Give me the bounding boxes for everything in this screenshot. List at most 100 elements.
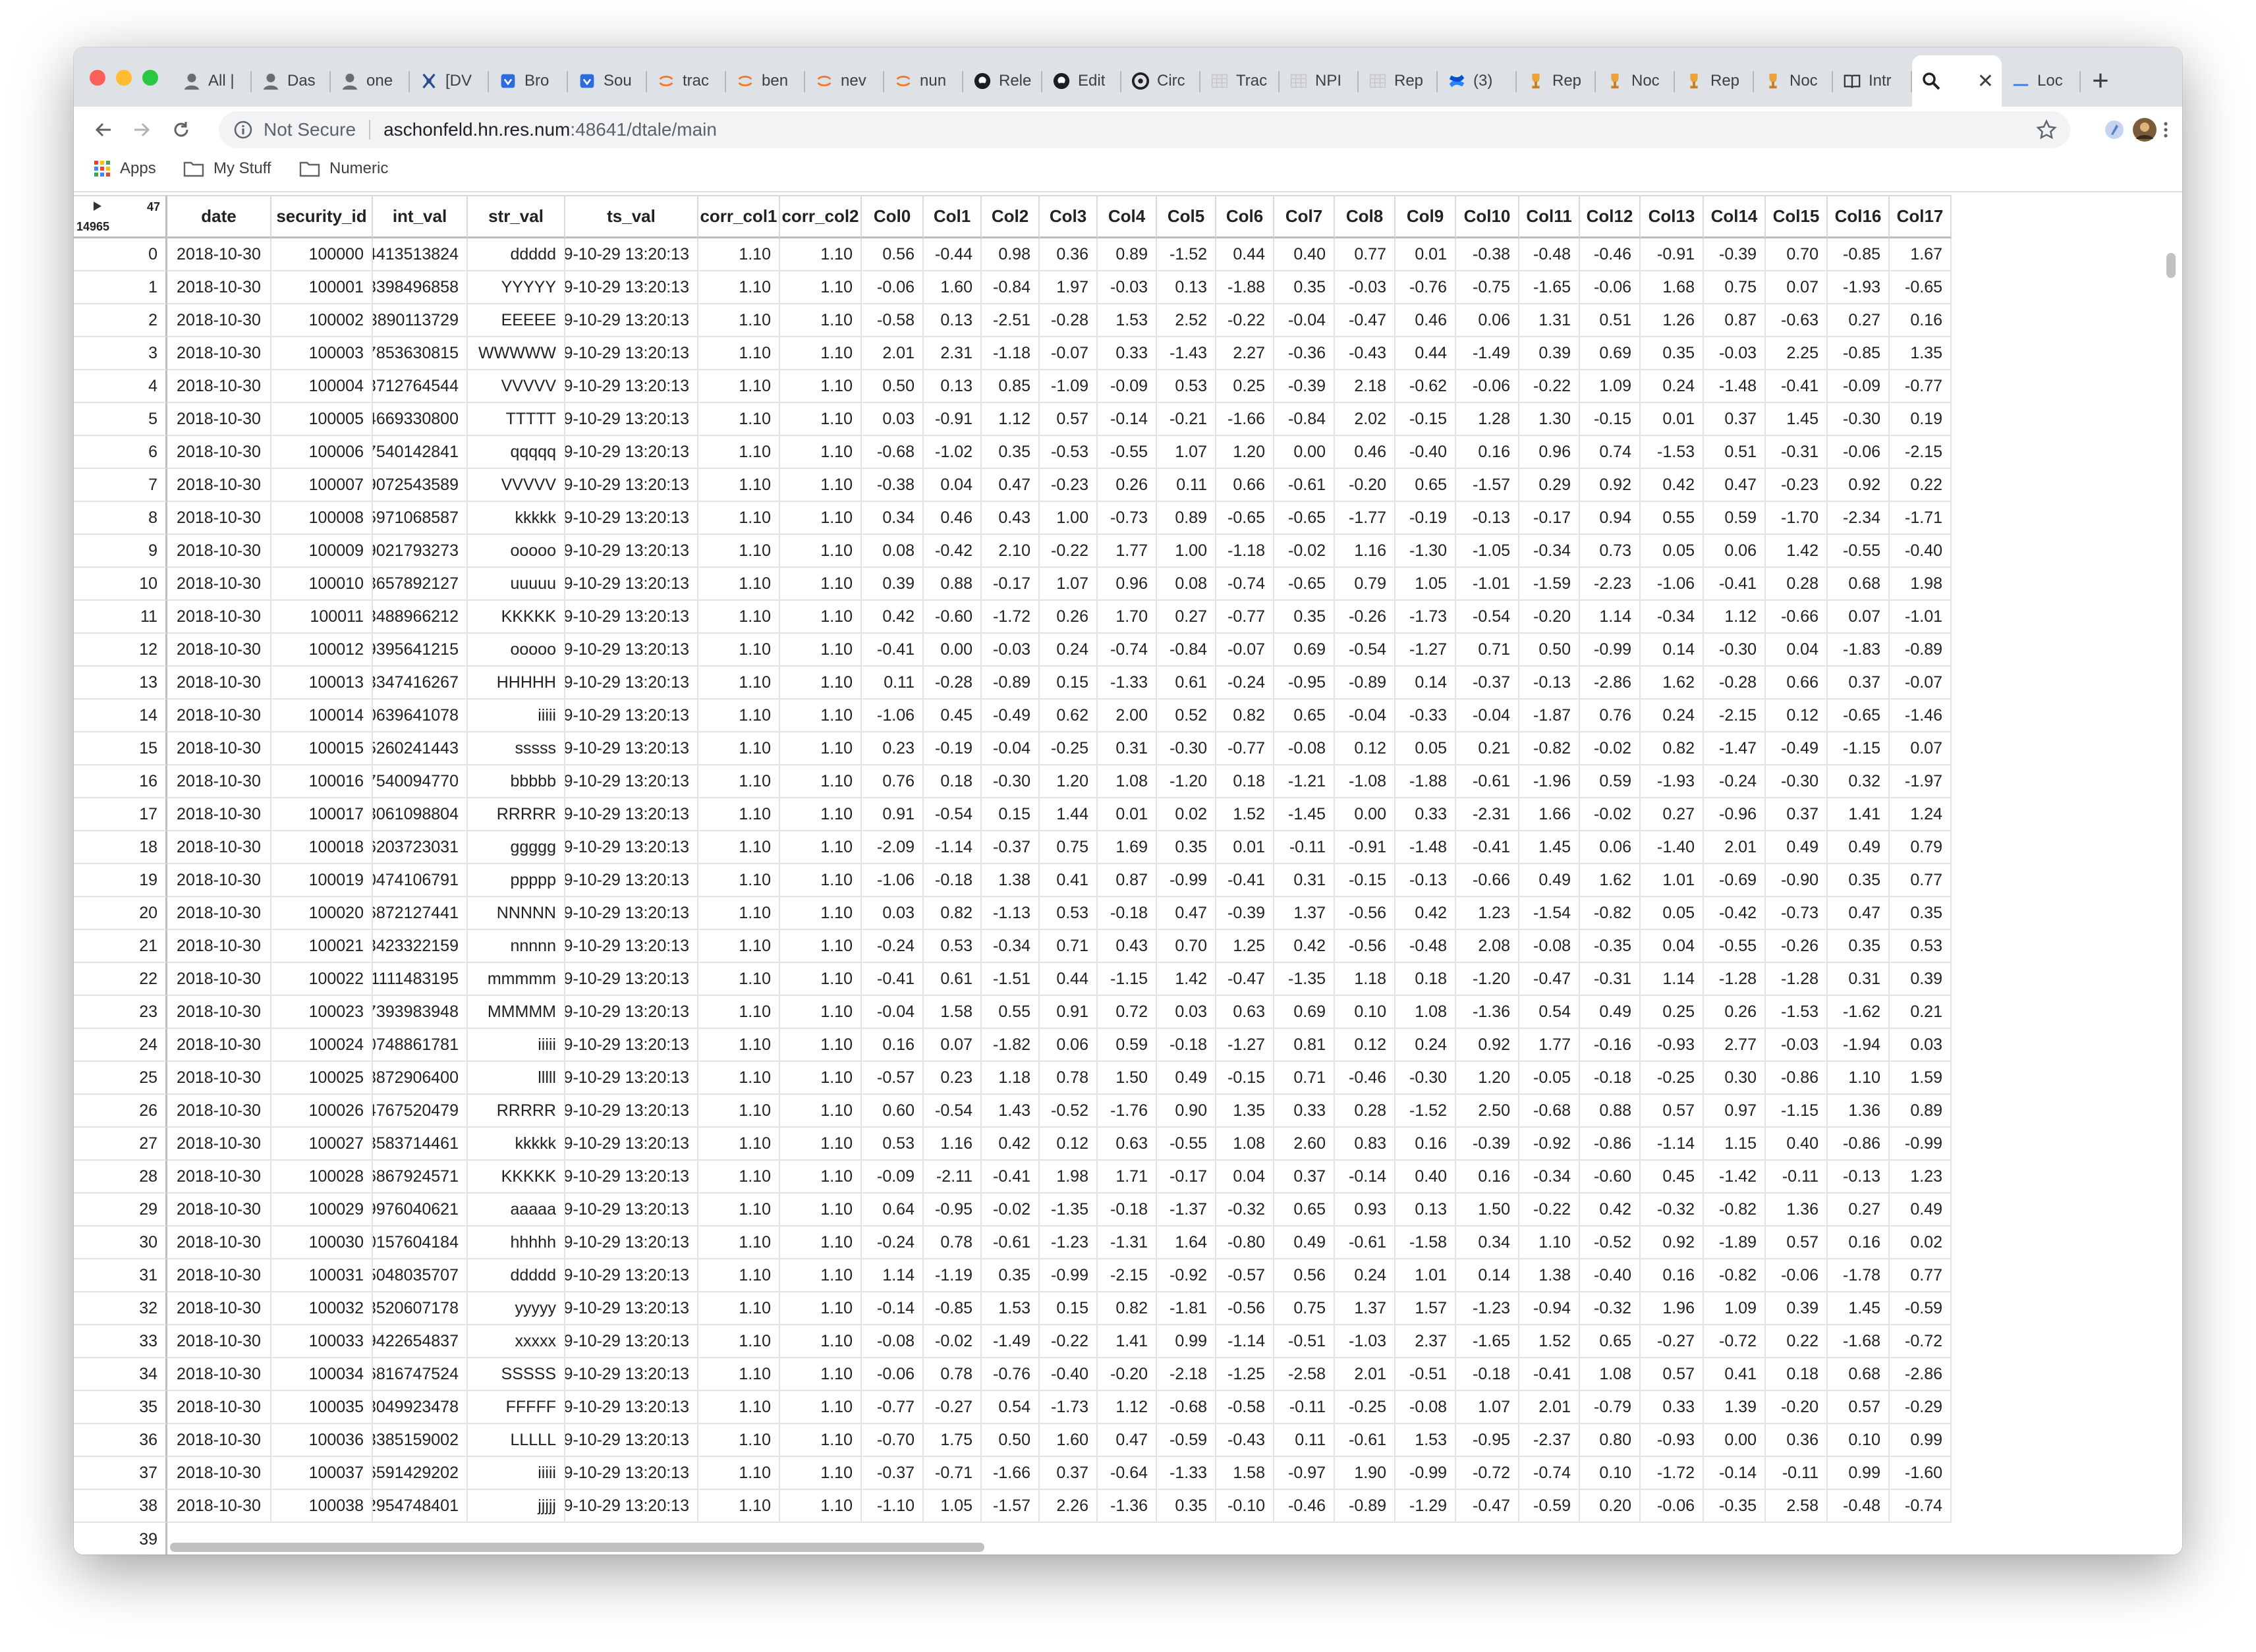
table-cell[interactable]: 100030 <box>271 1226 373 1259</box>
table-row[interactable]: 342018-10-3010003446816747524SSSSS2019-1… <box>74 1358 1952 1391</box>
table-cell[interactable]: 1.30 <box>1519 403 1580 436</box>
table-cell[interactable]: 0.94 <box>1580 502 1641 535</box>
table-cell[interactable]: 0.24 <box>1040 634 1098 667</box>
table-cell[interactable]: 65260241443 <box>373 732 468 765</box>
table-cell[interactable]: -0.10 <box>1216 1490 1274 1523</box>
table-row[interactable]: 122018-10-301000129395641215ooooo2019-10… <box>74 634 1952 667</box>
column-header[interactable]: date <box>167 195 271 238</box>
table-cell[interactable]: 2019-10-29 13:20:13 <box>565 370 698 403</box>
table-cell[interactable]: 0.98 <box>982 238 1040 271</box>
table-cell[interactable]: 1.10 <box>780 337 862 370</box>
table-cell[interactable]: 1.10 <box>698 732 780 765</box>
table-cell[interactable]: 0.33 <box>1396 798 1456 831</box>
table-cell[interactable]: 0.04 <box>924 469 982 502</box>
table-cell[interactable]: 100020 <box>271 897 373 930</box>
table-cell[interactable]: -0.24 <box>1216 667 1274 700</box>
table-cell[interactable]: -0.76 <box>982 1358 1040 1391</box>
table-cell[interactable]: 0.13 <box>924 304 982 337</box>
table-cell[interactable]: -1.72 <box>982 601 1040 634</box>
column-header[interactable]: Col12 <box>1580 195 1641 238</box>
table-cell[interactable]: -1.27 <box>1216 1029 1274 1062</box>
table-cell[interactable]: 1.10 <box>698 1424 780 1457</box>
column-header[interactable]: security_id <box>271 195 373 238</box>
table-cell[interactable]: 0.26 <box>1040 601 1098 634</box>
table-cell[interactable]: -0.91 <box>1335 831 1396 864</box>
table-cell[interactable]: 0.51 <box>1704 436 1766 469</box>
table-cell[interactable]: -1.51 <box>982 963 1040 996</box>
table-cell[interactable]: -1.23 <box>1040 1226 1098 1259</box>
table-cell[interactable]: 1.10 <box>698 1457 780 1490</box>
table-cell[interactable]: -0.19 <box>924 732 982 765</box>
table-cell[interactable]: ooooo <box>468 535 565 568</box>
table-cell[interactable]: -0.95 <box>924 1194 982 1226</box>
table-cell[interactable]: 1.75 <box>924 1424 982 1457</box>
table-cell[interactable]: 1.36 <box>1828 1095 1890 1128</box>
table-cell[interactable]: 1.10 <box>698 1095 780 1128</box>
table-cell[interactable]: FFFFF <box>468 1391 565 1424</box>
table-cell[interactable]: 0.01 <box>1396 238 1456 271</box>
table-cell[interactable]: 0.07 <box>1890 732 1952 765</box>
table-cell[interactable]: 0.05 <box>1396 732 1456 765</box>
table-cell[interactable]: 0.49 <box>1766 831 1828 864</box>
table-cell[interactable]: -1.15 <box>1098 963 1157 996</box>
table-cell[interactable]: 0.74 <box>1580 436 1641 469</box>
table-cell[interactable]: -1.62 <box>1828 996 1890 1029</box>
table-cell[interactable]: -0.94 <box>1519 1292 1580 1325</box>
table-cell[interactable]: 2019-10-29 13:20:13 <box>565 1424 698 1457</box>
table-cell[interactable]: 0.16 <box>1828 1226 1890 1259</box>
table-cell[interactable]: 2019-10-29 13:20:13 <box>565 403 698 436</box>
table-cell[interactable]: -0.22 <box>1519 370 1580 403</box>
table-cell[interactable]: 1.09 <box>1704 1292 1766 1325</box>
table-cell[interactable]: 1.10 <box>1828 1062 1890 1095</box>
table-cell[interactable]: -1.73 <box>1396 601 1456 634</box>
table-cell[interactable]: 0.35 <box>1828 864 1890 897</box>
back-button[interactable] <box>87 113 120 146</box>
table-cell[interactable]: 0.08 <box>1157 568 1216 601</box>
table-cell[interactable]: 0.03 <box>1157 996 1216 1029</box>
table-cell[interactable]: -0.22 <box>1040 535 1098 568</box>
table-cell[interactable]: ddddd <box>468 238 565 271</box>
table-cell[interactable]: 1.10 <box>780 765 862 798</box>
table-cell[interactable]: -0.36 <box>1274 337 1335 370</box>
table-cell[interactable]: -0.27 <box>924 1391 982 1424</box>
table-cell[interactable]: 0.49 <box>1580 996 1641 1029</box>
table-cell[interactable]: 0.10 <box>1580 1457 1641 1490</box>
table-cell[interactable]: mmmmm <box>468 963 565 996</box>
table-cell[interactable]: 2018-10-30 <box>167 963 271 996</box>
browser-tab[interactable]: [DV <box>410 55 489 107</box>
table-cell[interactable]: -0.32 <box>1641 1194 1704 1226</box>
table-row[interactable]: 292018-10-3010002979976040621aaaaa2019-1… <box>74 1194 1952 1226</box>
column-header[interactable]: Col16 <box>1828 195 1890 238</box>
table-cell[interactable]: 1.45 <box>1828 1292 1890 1325</box>
table-cell[interactable]: 0.16 <box>1641 1259 1704 1292</box>
table-cell[interactable]: -0.25 <box>1335 1391 1396 1424</box>
table-cell[interactable]: 2019-10-29 13:20:13 <box>565 798 698 831</box>
table-cell[interactable]: 0.10 <box>1828 1424 1890 1457</box>
table-cell[interactable]: -1.48 <box>1396 831 1456 864</box>
table-cell[interactable]: -0.47 <box>1216 963 1274 996</box>
table-cell[interactable]: -0.65 <box>1274 502 1335 535</box>
table-cell[interactable]: 0.16 <box>1396 1128 1456 1161</box>
table-cell[interactable]: 1.98 <box>1040 1161 1098 1194</box>
table-cell[interactable]: 0.25 <box>1641 996 1704 1029</box>
table-cell[interactable]: -0.07 <box>1890 667 1952 700</box>
table-cell[interactable]: 2018-10-30 <box>167 1062 271 1095</box>
table-cell[interactable]: EEEEE <box>468 304 565 337</box>
table-cell[interactable]: 0.40 <box>1274 238 1335 271</box>
table-cell[interactable]: 1.10 <box>780 1358 862 1391</box>
table-cell[interactable]: -0.59 <box>1519 1490 1580 1523</box>
table-row[interactable]: 202018-10-3010002026872127441NNNNN2019-1… <box>74 897 1952 930</box>
table-cell[interactable]: 0.00 <box>1335 798 1396 831</box>
table-cell[interactable]: 0.30 <box>1704 1062 1766 1095</box>
table-cell[interactable]: 2018-10-30 <box>167 1325 271 1358</box>
table-cell[interactable]: -0.08 <box>1519 930 1580 963</box>
table-cell[interactable]: 0.99 <box>1157 1325 1216 1358</box>
table-cell[interactable]: -0.46 <box>1274 1490 1335 1523</box>
table-cell[interactable]: 0.56 <box>1274 1259 1335 1292</box>
table-cell[interactable]: 1.10 <box>698 930 780 963</box>
table-cell[interactable]: 0.11 <box>1157 469 1216 502</box>
table-cell[interactable]: 100014 <box>271 700 373 732</box>
table-cell[interactable]: -0.86 <box>1580 1128 1641 1161</box>
column-header[interactable]: Col10 <box>1456 195 1519 238</box>
table-cell[interactable]: -0.28 <box>924 667 982 700</box>
